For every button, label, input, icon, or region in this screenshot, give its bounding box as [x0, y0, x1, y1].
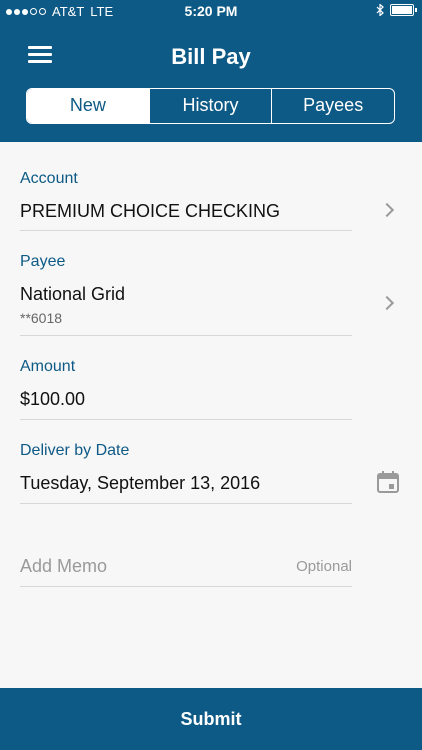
payee-account-number: **6018 — [20, 310, 63, 326]
payee-field[interactable]: Payee National Grid **6018 — [20, 242, 395, 336]
status-time: 5:20 PM — [184, 3, 238, 19]
memo-optional-hint: Optional — [296, 558, 352, 575]
calendar-icon[interactable] — [376, 470, 400, 494]
page-title: Bill Pay — [171, 44, 251, 69]
chevron-right-icon[interactable] — [379, 202, 395, 218]
battery-icon — [390, 4, 417, 16]
tab-history[interactable]: History — [148, 89, 272, 123]
memo-field[interactable]: Add Memo Optional — [20, 550, 352, 587]
status-bar: AT&T LTE 5:20 PM — [0, 0, 422, 22]
bluetooth-icon — [376, 4, 384, 16]
account-label: Account — [20, 170, 78, 187]
memo-placeholder[interactable]: Add Memo — [20, 556, 107, 577]
amount-field[interactable]: Amount $100.00 — [20, 348, 352, 420]
segmented-control: New History Payees — [26, 88, 395, 124]
deliver-date-field[interactable]: Deliver by Date Tuesday, September 13, 2… — [20, 431, 352, 504]
tab-new[interactable]: New — [27, 89, 149, 123]
chevron-right-icon[interactable] — [379, 295, 395, 311]
app-header: Bill Pay New History Payees — [0, 22, 422, 142]
submit-button[interactable]: Submit — [0, 688, 422, 750]
tab-payees[interactable]: Payees — [271, 89, 394, 123]
deliver-date-value: Tuesday, September 13, 2016 — [20, 473, 261, 493]
amount-value[interactable]: $100.00 — [20, 389, 85, 410]
account-value: PREMIUM CHOICE CHECKING — [20, 201, 281, 221]
account-field[interactable]: Account PREMIUM CHOICE CHECKING — [20, 158, 395, 231]
payee-value: National Grid — [20, 284, 126, 304]
status-right — [376, 4, 417, 16]
amount-label: Amount — [20, 358, 76, 375]
payee-label: Payee — [20, 253, 66, 270]
deliver-date-label: Deliver by Date — [20, 442, 130, 459]
